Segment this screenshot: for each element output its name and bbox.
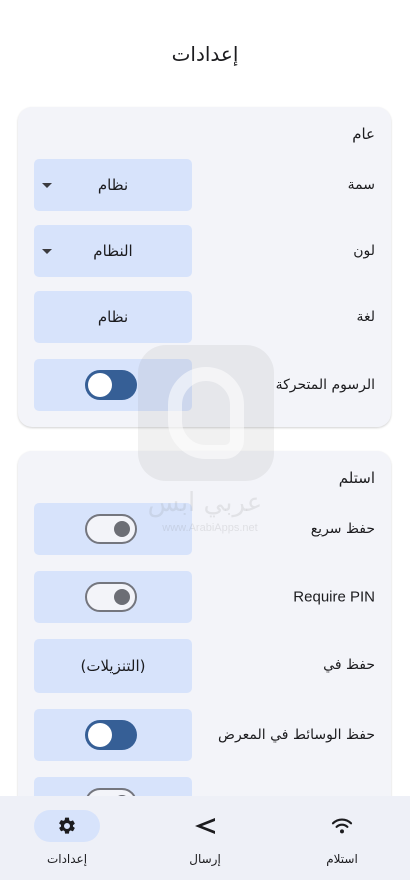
quick-save-toggle-area[interactable] — [34, 503, 192, 555]
chevron-down-icon — [42, 183, 52, 188]
switch-knob — [114, 521, 130, 537]
nav-indicator — [309, 810, 375, 842]
animations-switch[interactable] — [85, 370, 137, 400]
gear-icon — [59, 817, 75, 834]
color-row: لون النظام — [18, 225, 391, 277]
language-row: لغة نظام — [18, 291, 391, 343]
color-label: لون — [353, 243, 375, 259]
language-label: لغة — [356, 309, 375, 325]
switch-knob — [114, 589, 130, 605]
theme-row: سمة نظام — [18, 159, 391, 211]
nav-label-receive: استلام — [326, 852, 358, 866]
nav-item-receive[interactable]: استلام — [287, 810, 397, 866]
save-to-value: (التنزيلات) — [80, 657, 146, 675]
save-to-row: حفظ في (التنزيلات) — [18, 639, 391, 693]
switch-knob — [88, 373, 112, 397]
nav-indicator — [34, 810, 100, 842]
require-pin-switch[interactable] — [85, 582, 137, 612]
theme-value: نظام — [97, 176, 129, 194]
animations-toggle-area[interactable] — [34, 359, 192, 411]
save-to-button[interactable]: (التنزيلات) — [34, 639, 192, 693]
save-media-gallery-label: حفظ الوسائط في المعرض — [218, 727, 375, 743]
require-pin-row: Require PIN — [18, 571, 391, 623]
color-value: النظام — [93, 242, 133, 260]
nav-item-send[interactable]: إرسال — [150, 810, 260, 866]
nav-label-settings: إعدادات — [46, 852, 88, 866]
receive-section-title: استلم — [338, 469, 375, 487]
save-media-gallery-row: حفظ الوسائط في المعرض — [18, 709, 391, 761]
animations-row: الرسوم المتحركة — [18, 359, 391, 411]
switch-knob — [88, 723, 112, 747]
general-section-title: عام — [352, 125, 375, 143]
chevron-down-icon — [42, 249, 52, 254]
send-icon — [195, 818, 215, 834]
general-settings-card: عام سمة نظام لون النظام لغة نظام الرسوم … — [18, 107, 391, 427]
language-value: نظام — [97, 308, 129, 326]
quick-save-row: حفظ سريع — [18, 503, 391, 555]
quick-save-label: حفظ سريع — [310, 521, 375, 537]
nav-indicator — [172, 810, 238, 842]
settings-screen: إعدادات عام سمة نظام لون النظام لغة نظام… — [0, 0, 410, 880]
nav-item-settings[interactable]: إعدادات — [12, 810, 122, 866]
wifi-icon — [331, 818, 353, 834]
color-dropdown[interactable]: النظام — [34, 225, 192, 277]
quick-save-switch[interactable] — [85, 514, 137, 544]
save-to-label: حفظ في — [323, 657, 375, 673]
language-button[interactable]: نظام — [34, 291, 192, 343]
nav-label-send: إرسال — [189, 852, 221, 866]
save-media-gallery-switch[interactable] — [85, 720, 137, 750]
page-title: إعدادات — [171, 42, 239, 66]
require-pin-toggle-area[interactable] — [34, 571, 192, 623]
theme-dropdown[interactable]: نظام — [34, 159, 192, 211]
bottom-navigation: إعدادات إرسال استلام — [0, 796, 410, 880]
animations-label: الرسوم المتحركة — [275, 377, 375, 393]
save-media-gallery-toggle-area[interactable] — [34, 709, 192, 761]
theme-label: سمة — [347, 177, 375, 193]
require-pin-label: Require PIN — [293, 588, 375, 606]
